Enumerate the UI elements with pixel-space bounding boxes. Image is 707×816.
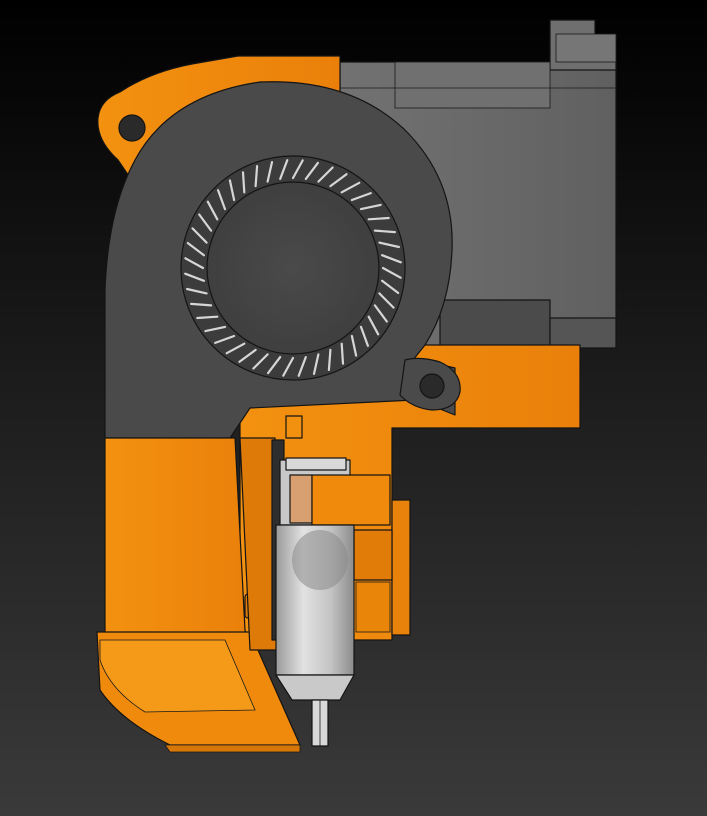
fan-blade-slot	[340, 342, 345, 365]
fan-blade-slot	[190, 302, 213, 307]
hotend-assembly-drawing	[96, 19, 617, 753]
heatsink-clamp	[311, 474, 391, 526]
heatsink-cap	[285, 457, 347, 471]
fan-mount-hole	[419, 373, 445, 399]
fan-blade-slot	[254, 165, 259, 188]
connector-slot	[555, 33, 617, 63]
copper-heatbreak	[289, 474, 313, 524]
cad-render-scene	[0, 0, 707, 816]
fan-hub	[206, 181, 380, 355]
blower-fan	[104, 81, 461, 439]
fan-blade-slot	[196, 315, 219, 320]
fan-blade-slot	[373, 229, 396, 234]
fan-blade-slot	[327, 348, 332, 371]
extruder-idler-block	[353, 529, 393, 581]
fan-blade-slot	[367, 216, 390, 221]
extruder-side-rail	[391, 499, 411, 636]
extruder-lower-block	[355, 581, 391, 633]
motor-lower-step	[549, 317, 617, 349]
extruder-tab	[285, 415, 303, 439]
part-cooling-duct	[96, 437, 301, 753]
fan-blade-slot	[241, 171, 246, 194]
motor-cap-plate	[394, 61, 551, 109]
duct-bottom-lip	[164, 744, 301, 753]
duct-upper	[104, 437, 249, 641]
bracket-mount-hole	[118, 114, 146, 142]
heater-block-shade	[292, 530, 348, 590]
nozzle-cone	[275, 674, 355, 701]
motor-lower-shadow	[439, 299, 551, 347]
